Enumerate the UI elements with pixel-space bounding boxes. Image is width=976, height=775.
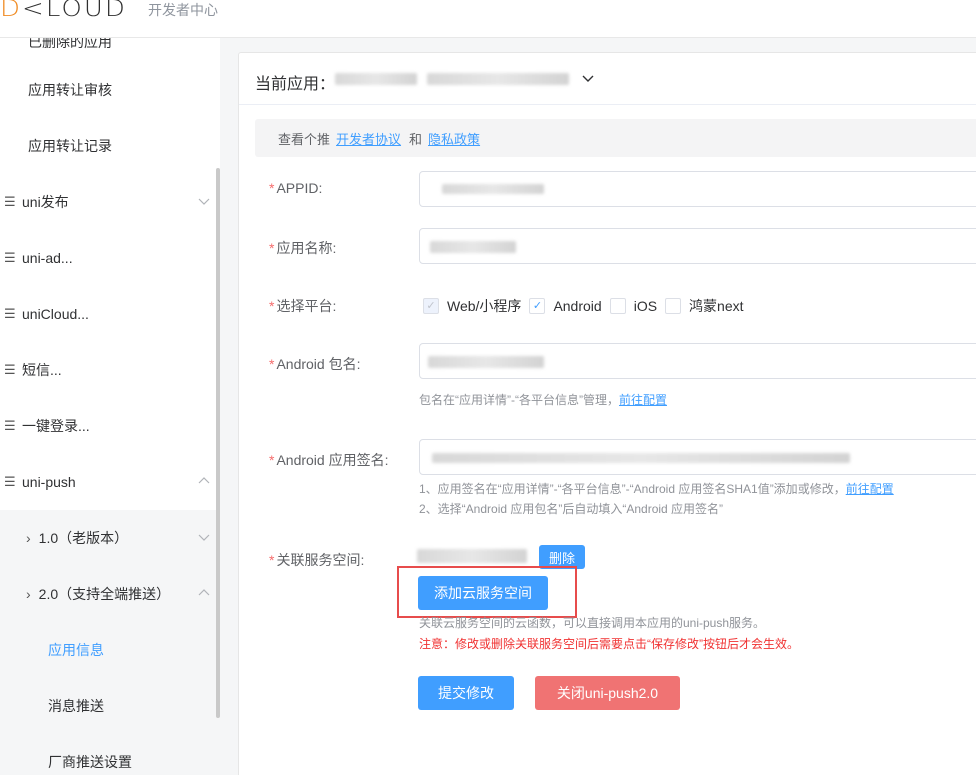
- signature-help-2: 2、选择“Android 应用包名”后自动填入“Android 应用签名”: [419, 502, 724, 516]
- package-value-redacted: [428, 356, 544, 368]
- chevron-down-icon: [198, 198, 210, 205]
- sidebar-item-message-push[interactable]: 消息推送: [0, 678, 220, 734]
- sidebar-item-label: 应用转让记录: [28, 138, 112, 154]
- chevron-right-icon: ›: [26, 530, 31, 546]
- sidebar-item-label: uniCloud...: [22, 306, 89, 322]
- chevron-down-icon[interactable]: [581, 71, 595, 85]
- sidebar-item-app-info[interactable]: 应用信息: [0, 622, 220, 678]
- checkbox-android[interactable]: ✓: [529, 298, 546, 314]
- sidebar-item-push-v2[interactable]: › 2.0（支持全端推送）: [0, 566, 220, 622]
- sidebar-item-label: uni-push: [22, 474, 76, 490]
- sidebar-item-label: 应用信息: [48, 642, 104, 658]
- appid-label: * APPID:: [269, 180, 323, 196]
- sidebar-item-uni-ad[interactable]: ☰ uni-ad...: [0, 230, 220, 286]
- add-cloud-space-button[interactable]: 添加云服务空间: [418, 576, 548, 610]
- sidebar: 已删除的应用 应用转让审核 应用转让记录 ☰ uni发布 ☰ uni-ad...…: [0, 38, 220, 775]
- sidebar-item-uni-push[interactable]: ☰ uni-push: [0, 454, 220, 510]
- checkbox-ios[interactable]: [609, 298, 626, 314]
- package-config-link[interactable]: 前往配置: [619, 393, 667, 407]
- sidebar-item-label: 2.0（支持全端推送）: [38, 586, 171, 602]
- package-help: 包名在“应用详情”-“各平台信息”管理，前往配置: [419, 393, 667, 407]
- list-icon: ☰: [4, 362, 16, 377]
- notice-text: 查看个推: [278, 131, 331, 147]
- checkbox-web[interactable]: ✓: [423, 298, 439, 314]
- dcloud-logo[interactable]: D<LOUD: [0, 0, 127, 23]
- app-name-redacted[interactable]: [335, 73, 417, 85]
- package-label: * Android 包名:: [269, 356, 361, 372]
- sidebar-item-transfer-review[interactable]: 应用转让审核: [0, 62, 220, 118]
- chevron-up-icon: [198, 477, 210, 484]
- logo-mark: D<LOUD: [0, 0, 127, 23]
- app-name-input[interactable]: [419, 228, 976, 264]
- service-space-redacted: [417, 549, 527, 563]
- sidebar-item-one-click-login[interactable]: ☰ 一键登录...: [0, 398, 220, 454]
- package-input[interactable]: [419, 343, 976, 379]
- list-icon: ☰: [4, 306, 16, 321]
- sidebar-item-label: 厂商推送设置: [48, 754, 132, 770]
- sidebar-item-label: 短信...: [22, 362, 62, 378]
- sidebar-item-uni-publish[interactable]: ☰ uni发布: [0, 174, 220, 230]
- appid-value-redacted: [442, 184, 544, 194]
- signature-input[interactable]: [419, 439, 976, 475]
- platform-checkbox-group: ✓ Web/小程序 ✓ Android iOS 鸿蒙next: [423, 296, 752, 316]
- checkbox-harmony[interactable]: [665, 298, 682, 314]
- main-panel: 当前应用： 查看个推 开发者协议 和 隐私政策 * APPID: * 应用名称: *…: [238, 52, 976, 775]
- notice-and: 和: [409, 131, 423, 147]
- sidebar-item-label: uni-ad...: [22, 250, 73, 266]
- sidebar-item-partial[interactable]: 已删除的应用: [28, 38, 112, 52]
- space-warning: 注意：修改或删除关联服务空间后需要点击“保存修改”按钮后才会生效。: [419, 637, 799, 651]
- privacy-policy-link[interactable]: 隐私政策: [428, 129, 480, 148]
- app-name-value-redacted: [430, 241, 516, 253]
- agreement-notice: 查看个推 开发者协议 和 隐私政策: [255, 119, 976, 157]
- checkbox-ios-label: iOS: [633, 298, 658, 314]
- sidebar-item-unicloud[interactable]: ☰ uniCloud...: [0, 286, 220, 342]
- sidebar-item-push-v1[interactable]: › 1.0（老版本）: [0, 510, 220, 566]
- sidebar-item-label: 一键登录...: [22, 418, 90, 434]
- close-uni-push-button[interactable]: 关闭uni-push2.0: [535, 676, 680, 710]
- app-name-label: * 应用名称:: [269, 240, 337, 256]
- list-icon: ☰: [4, 474, 16, 489]
- list-icon: ☰: [4, 194, 16, 209]
- sidebar-item-sms[interactable]: ☰ 短信...: [0, 342, 220, 398]
- header-subtitle: 开发者中心: [148, 2, 218, 18]
- platform-label: * 选择平台:: [269, 298, 337, 314]
- chevron-down-icon: [198, 534, 210, 541]
- signature-config-link[interactable]: 前往配置: [846, 482, 894, 496]
- sidebar-item-label: uni发布: [22, 194, 69, 210]
- sidebar-item-transfer-record[interactable]: 应用转让记录: [0, 118, 220, 174]
- list-icon: ☰: [4, 250, 16, 265]
- current-app-label: 当前应用：: [255, 76, 336, 93]
- list-icon: ☰: [4, 418, 16, 433]
- appid-input[interactable]: [419, 171, 976, 207]
- space-help: 关联云服务空间的云函数，可以直接调用本应用的uni-push服务。: [419, 616, 766, 630]
- signature-value-redacted: [432, 453, 850, 463]
- checkbox-web-label: Web/小程序: [447, 298, 522, 314]
- checkbox-harmony-label: 鸿蒙next: [689, 298, 744, 314]
- top-header: D<LOUD 开发者中心: [0, 0, 976, 38]
- sidebar-scrollbar[interactable]: [216, 168, 220, 718]
- sidebar-item-label: 消息推送: [48, 698, 104, 714]
- developer-agreement-link[interactable]: 开发者协议: [336, 129, 401, 148]
- checkbox-android-label: Android: [553, 298, 602, 314]
- sidebar-item-vendor-push[interactable]: 厂商推送设置: [0, 734, 220, 775]
- signature-help-1: 1、应用签名在“应用详情”-“各平台信息”-“Android 应用签名SHA1值…: [419, 482, 894, 496]
- submit-button[interactable]: 提交修改: [418, 676, 514, 710]
- service-space-label: * 关联服务空间:: [269, 552, 365, 568]
- sidebar-item-label: 1.0（老版本）: [38, 530, 129, 546]
- chevron-up-icon: [198, 589, 210, 596]
- signature-label: * Android 应用签名:: [269, 452, 389, 468]
- app-id-redacted[interactable]: [427, 73, 569, 85]
- sidebar-item-label: 应用转让审核: [28, 82, 112, 98]
- app-selector-bar: 当前应用：: [239, 53, 976, 105]
- chevron-right-icon: ›: [26, 586, 31, 602]
